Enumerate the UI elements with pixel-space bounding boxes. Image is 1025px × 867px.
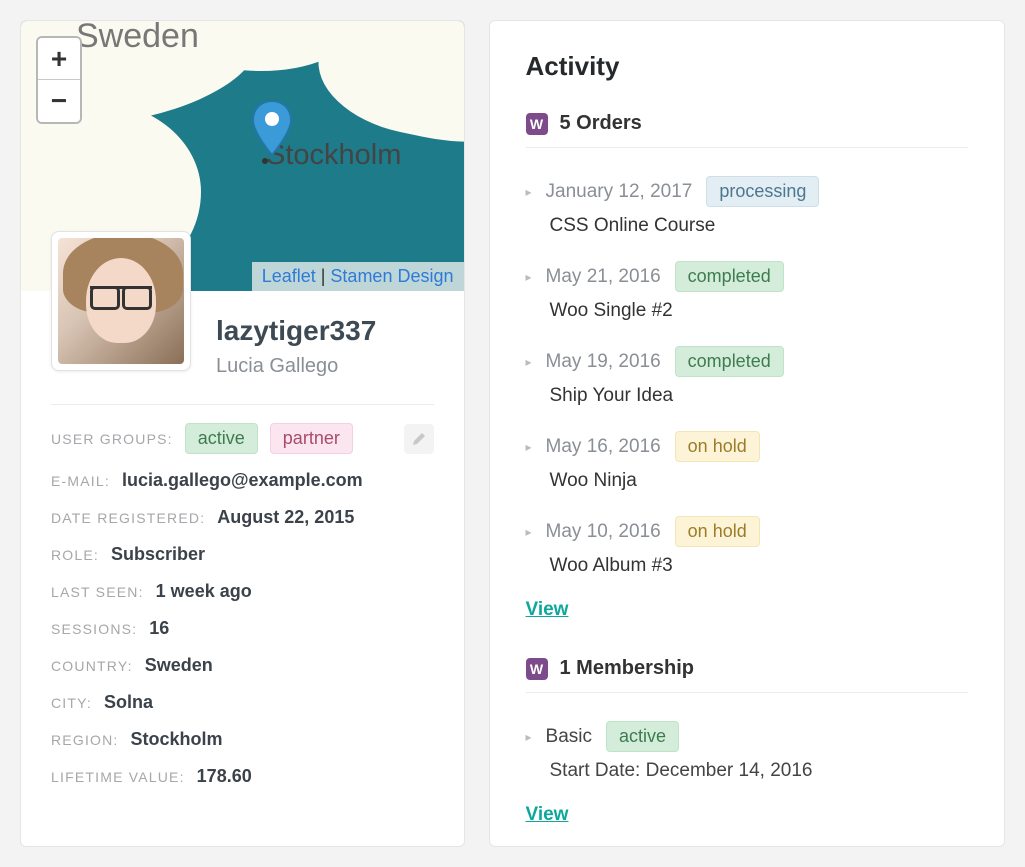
zoom-out-button[interactable]: − — [38, 80, 80, 122]
order-title: Woo Album #3 — [550, 555, 969, 577]
last-seen-value: 1 week ago — [156, 581, 252, 602]
membership-status-badge: active — [606, 721, 679, 752]
caret-right-icon: ▸ — [526, 270, 532, 284]
order-title: Ship Your Idea — [550, 385, 969, 407]
caret-right-icon: ▸ — [526, 355, 532, 369]
email-value: lucia.gallego@example.com — [122, 470, 363, 491]
activity-card: Activity W 5 Orders ▸ January 12, 2017 pro… — [489, 20, 1006, 847]
activity-heading: Activity — [526, 51, 969, 82]
orders-section-head: W 5 Orders — [526, 112, 969, 148]
memberships-list: ▸ Basic active Start Date: December 14, 201… — [526, 711, 969, 796]
stamen-link[interactable]: Stamen Design — [330, 266, 453, 286]
order-date: May 16, 2016 — [546, 436, 661, 458]
tag-active[interactable]: active — [185, 423, 258, 454]
tag-partner[interactable]: partner — [270, 423, 353, 454]
order-date: May 19, 2016 — [546, 351, 661, 373]
sessions-value: 16 — [149, 618, 169, 639]
fullname: Lucia Gallego — [216, 355, 434, 378]
order-date: May 10, 2016 — [546, 521, 661, 543]
order-title: Woo Single #2 — [550, 300, 969, 322]
map-country-label: Sweden — [76, 21, 199, 56]
country-value: Sweden — [145, 655, 213, 676]
avatar — [51, 231, 191, 371]
user-groups-row: USER GROUPS: active partner — [51, 423, 434, 454]
membership-item[interactable]: ▸ Basic active Start Date: December 14, 201… — [526, 711, 969, 796]
memberships-section-head: W 1 Membership — [526, 657, 969, 693]
orders-heading: 5 Orders — [560, 112, 642, 135]
caret-right-icon: ▸ — [526, 525, 532, 539]
edit-groups-button[interactable] — [404, 424, 434, 454]
view-memberships-link[interactable]: View — [526, 804, 569, 826]
map-zoom-controls: + − — [36, 36, 82, 124]
order-item[interactable]: ▸ May 10, 2016 on hold Woo Album #3 — [526, 506, 969, 591]
order-item[interactable]: ▸ May 16, 2016 on hold Woo Ninja — [526, 421, 969, 506]
zoom-in-button[interactable]: + — [38, 38, 80, 80]
memberships-heading: 1 Membership — [560, 657, 694, 680]
order-status-badge: completed — [675, 346, 784, 377]
membership-start: Start Date: December 14, 2016 — [550, 760, 969, 782]
map-attribution: Leaflet | Stamen Design — [252, 262, 464, 291]
order-item[interactable]: ▸ May 21, 2016 completed Woo Single #2 — [526, 251, 969, 336]
order-status-badge: on hold — [675, 431, 760, 462]
profile-card: Sweden Stockholm + − Leaflet | Stamen De… — [20, 20, 465, 847]
username: lazytiger337 — [216, 315, 434, 347]
order-title: Woo Ninja — [550, 470, 969, 492]
view-orders-link[interactable]: View — [526, 599, 569, 621]
map-pin-icon — [251, 101, 293, 162]
order-title: CSS Online Course — [550, 215, 969, 237]
order-status-badge: completed — [675, 261, 784, 292]
leaflet-link[interactable]: Leaflet — [262, 266, 316, 286]
woo-icon: W — [526, 113, 548, 135]
caret-right-icon: ▸ — [526, 185, 532, 199]
lifetime-value: 178.60 — [197, 766, 252, 787]
order-date: January 12, 2017 — [546, 181, 693, 203]
user-groups-label: USER GROUPS: — [51, 431, 173, 447]
order-date: May 21, 2016 — [546, 266, 661, 288]
order-status-badge: on hold — [675, 516, 760, 547]
woo-icon: W — [526, 658, 548, 680]
order-item[interactable]: ▸ January 12, 2017 processing CSS Online Co… — [526, 166, 969, 251]
date-registered-value: August 22, 2015 — [217, 507, 354, 528]
caret-right-icon: ▸ — [526, 730, 532, 744]
pencil-icon — [412, 432, 426, 446]
order-item[interactable]: ▸ May 19, 2016 completed Ship Your Idea — [526, 336, 969, 421]
order-status-badge: processing — [706, 176, 819, 207]
city-value: Solna — [104, 692, 153, 713]
orders-list: ▸ January 12, 2017 processing CSS Online Co… — [526, 166, 969, 591]
membership-name: Basic — [546, 726, 592, 748]
region-value: Stockholm — [131, 729, 223, 750]
caret-right-icon: ▸ — [526, 440, 532, 454]
role-value: Subscriber — [111, 544, 205, 565]
